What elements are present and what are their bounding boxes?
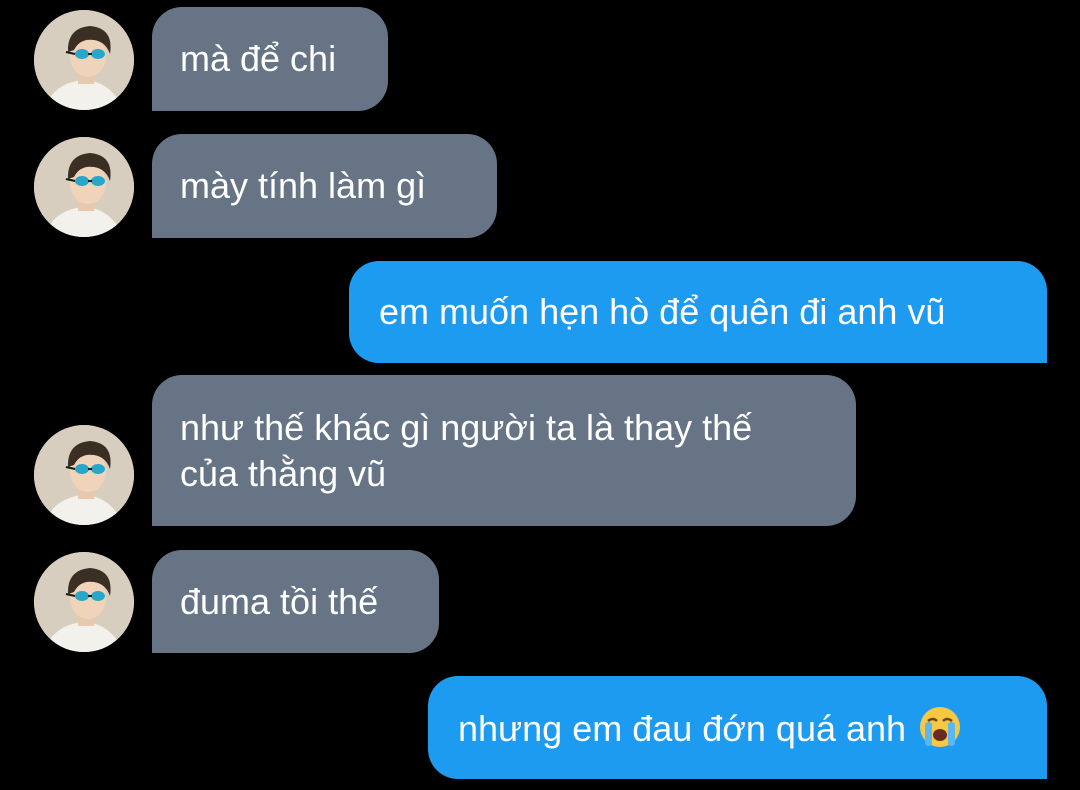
message-text-line: như thế khác gì người ta là thay thế: [180, 407, 753, 448]
message-bubble-received[interactable]: đuma tồi thế: [152, 550, 439, 653]
avatar[interactable]: [34, 137, 134, 237]
loudly-crying-face-emoji: [918, 705, 962, 760]
avatar[interactable]: [34, 425, 134, 525]
message-bubble-sent[interactable]: em muốn hẹn hò để quên đi anh vũ: [349, 261, 1047, 363]
message-text: mà để chi: [180, 38, 337, 79]
message-text: nhưng em đau đớn quá anh: [458, 708, 907, 749]
message-bubble-received[interactable]: mày tính làm gì: [152, 134, 497, 238]
message-bubble-sent[interactable]: nhưng em đau đớn quá anh: [428, 676, 1047, 779]
avatar[interactable]: [34, 552, 134, 652]
message-text: mày tính làm gì: [180, 165, 427, 206]
avatar[interactable]: [34, 10, 134, 110]
message-bubble-received[interactable]: mà để chi: [152, 7, 388, 111]
message-text: em muốn hẹn hò để quên đi anh vũ: [379, 291, 946, 332]
message-text: đuma tồi thế: [180, 581, 379, 622]
message-bubble-received[interactable]: như thế khác gì người ta là thay thế của…: [152, 375, 856, 526]
message-text-line: của thằng vũ: [180, 453, 387, 494]
